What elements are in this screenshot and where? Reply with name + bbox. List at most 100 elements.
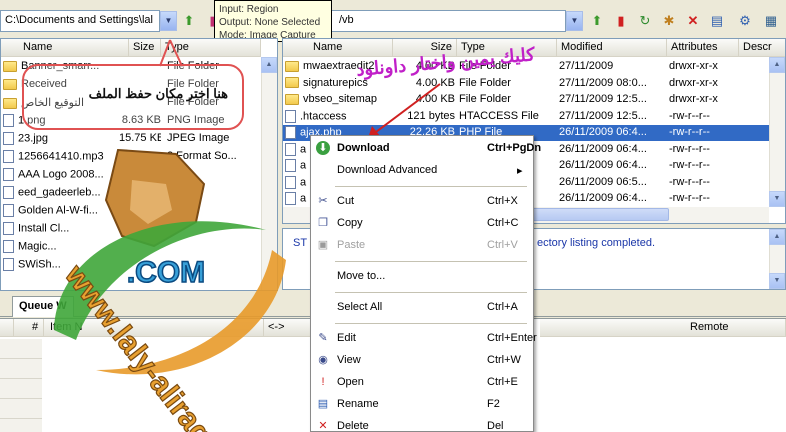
callout-pointer — [159, 39, 183, 67]
menu-item-paste[interactable]: ▣ Paste Ctrl+V — [311, 235, 533, 255]
scroll-up-button[interactable]: ▲ — [769, 229, 785, 245]
menu-item-copy[interactable]: ❐ Copy Ctrl+C — [311, 213, 533, 233]
menu-item-move-to[interactable]: Move to... — [311, 266, 533, 286]
menu-item-label: Paste — [337, 239, 366, 251]
menu-item-shortcut: F2 — [487, 398, 500, 410]
folder-icon — [285, 60, 299, 72]
menu-item-label: Rename — [337, 398, 379, 410]
menu-item-rename[interactable]: ▤ Rename F2 — [311, 394, 533, 414]
folder-icon — [3, 78, 17, 90]
queue-header-remote[interactable]: Remote — [540, 319, 786, 337]
local-header-name[interactable]: Name — [1, 39, 129, 57]
delete-icon: ✕ — [318, 420, 328, 432]
menu-item-shortcut: Ctrl+C — [487, 217, 519, 229]
menu-item-select-all[interactable]: Select All Ctrl+A — [311, 297, 533, 317]
remote-header-name[interactable]: Name — [283, 39, 393, 57]
status-message: ectory listing completed. — [537, 237, 655, 249]
folder-icon — [285, 77, 299, 89]
site-manager-icon[interactable]: ✱ — [660, 11, 678, 31]
file-icon — [3, 258, 14, 271]
menu-item-label: Download Advanced — [337, 164, 438, 176]
file-icon — [285, 109, 296, 123]
file-attr: drwxr-xr-x — [669, 60, 718, 72]
menu-item-open[interactable]: ! Open Ctrl+E — [311, 372, 533, 392]
view-options-icon[interactable]: ▤ — [708, 11, 726, 31]
file-icon — [3, 240, 14, 253]
menu-separator — [335, 261, 527, 262]
remote-path-dropdown-button[interactable]: ▼ — [566, 11, 583, 31]
settings-icon[interactable]: ⚙ — [736, 11, 754, 31]
edit-icon: ✎ — [318, 332, 328, 344]
site-logo-watermark: .COM www.laly-aliraq — [54, 148, 286, 432]
file-type: HTACCESS File — [459, 109, 539, 122]
menu-item-edit[interactable]: ✎ Edit Ctrl+Enter — [311, 328, 536, 348]
menu-item-label: Cut — [337, 195, 355, 207]
local-path-text: C:\Documents and Settings\lal — [5, 14, 153, 26]
status-scrollbar[interactable]: ▲ ▼ — [769, 229, 785, 289]
menu-item-cut[interactable]: ✂ Cut Ctrl+X — [311, 191, 533, 211]
file-icon — [3, 114, 14, 127]
file-modified: 26/11/2009 06:4... — [559, 126, 647, 138]
menu-item-shortcut: Ctrl+X — [487, 195, 518, 207]
file-icon — [3, 204, 14, 217]
properties-icon[interactable]: ▦ — [762, 11, 780, 31]
remote-path-text: /vb — [339, 14, 354, 26]
local-path-dropdown-button[interactable]: ▼ — [160, 11, 177, 31]
file-modified: 27/11/2009 08:0... — [559, 76, 647, 89]
annotation-callout: هنا اختر مكان حفظ الملف — [22, 64, 244, 130]
remote-scrollbar[interactable]: ▲ ▼ — [769, 57, 785, 207]
logo-domain: .COM — [127, 256, 205, 289]
file-modified: 26/11/2009 06:4... — [559, 192, 647, 204]
menu-item-label: Delete — [337, 420, 369, 432]
folder-icon — [3, 97, 17, 109]
menu-separator — [335, 292, 527, 293]
menu-item-label: Select All — [337, 301, 383, 313]
file-icon — [3, 222, 14, 235]
remote-header-description[interactable]: Descr — [739, 39, 785, 57]
scroll-up-button[interactable]: ▲ — [769, 57, 785, 73]
view-icon: ◉ — [318, 354, 328, 366]
scroll-down-button[interactable]: ▼ — [769, 273, 785, 289]
menu-item-label: Move to... — [337, 270, 386, 282]
refresh-icon[interactable]: ↻ — [636, 11, 654, 31]
tooltip-line: Output: None Selected — [219, 17, 321, 28]
menu-item-delete[interactable]: ✕ Delete Del — [311, 416, 533, 432]
stop-icon[interactable]: ✕ — [684, 11, 702, 31]
menu-item-download[interactable]: ⬇ Download Ctrl+PgDn — [311, 138, 541, 158]
file-type: File Folder — [459, 76, 511, 89]
remote-header-modified[interactable]: Modified — [557, 39, 667, 57]
remote-path-combobox[interactable]: /vb — [300, 10, 566, 32]
file-attr: -rw-r--r-- — [669, 159, 710, 171]
local-path-combobox[interactable]: C:\Documents and Settings\lal — [0, 10, 160, 32]
menu-item-shortcut: Del — [487, 420, 504, 432]
menu-item-shortcut: ▸ — [517, 165, 523, 177]
menu-item-label: Download — [337, 142, 390, 154]
copy-icon: ❐ — [318, 217, 328, 229]
menu-item-view[interactable]: ◉ View Ctrl+W — [311, 350, 533, 370]
file-attr: -rw-r--r-- — [669, 109, 710, 122]
folder-icon — [285, 93, 299, 105]
menu-item-label: Edit — [337, 332, 356, 344]
scroll-up-button[interactable]: ▲ — [261, 57, 277, 73]
menu-item-download-advanced[interactable]: Download Advanced ▸ — [311, 160, 533, 180]
file-attr: -rw-r--r-- — [669, 192, 710, 204]
download-icon: ⬇ — [316, 141, 330, 155]
file-attr: -rw-r--r-- — [669, 126, 710, 138]
file-attr: drwxr-xr-x — [669, 76, 718, 89]
file-modified: 26/11/2009 06:4... — [559, 159, 647, 171]
file-modified: 26/11/2009 06:4... — [559, 142, 647, 155]
menu-item-label: Open — [337, 376, 364, 388]
remote-bookmark-icon[interactable]: ▮ — [612, 11, 630, 31]
menu-item-label: View — [337, 354, 361, 366]
remote-parent-folder-icon[interactable]: ⬆ — [588, 11, 606, 31]
menu-separator — [335, 186, 527, 187]
file-icon — [3, 168, 14, 181]
tooltip-line: Input: Region — [219, 4, 279, 15]
scroll-down-button[interactable]: ▼ — [769, 191, 785, 207]
context-menu[interactable]: ⬇ Download Ctrl+PgDn Download Advanced ▸ ✂ Cut… — [310, 135, 541, 432]
menu-item-shortcut: Ctrl+W — [487, 354, 521, 366]
file-type: File Folder — [459, 93, 511, 105]
remote-header-attributes[interactable]: Attributes — [667, 39, 739, 57]
local-parent-folder-icon[interactable]: ⬆ — [180, 11, 198, 31]
menu-item-shortcut: Ctrl+A — [487, 301, 518, 313]
